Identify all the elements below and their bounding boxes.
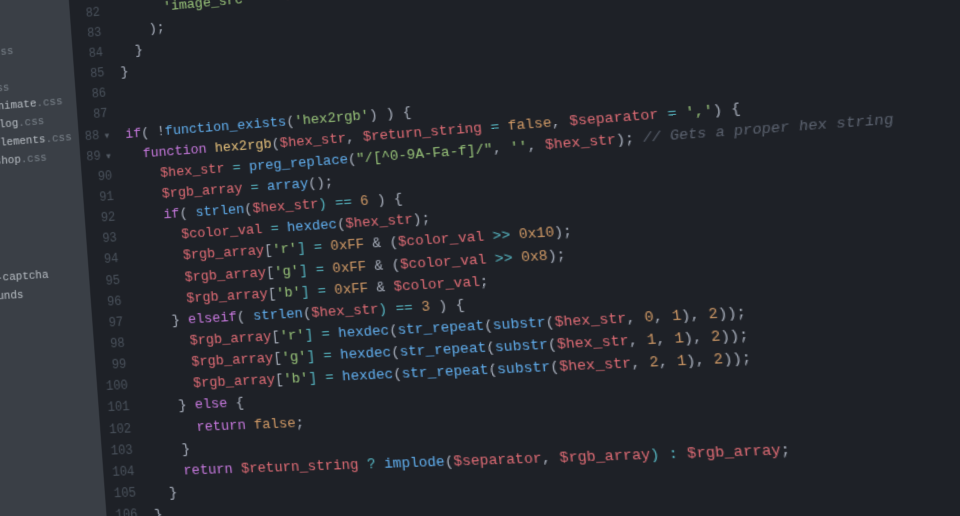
file-tree-item[interactable]: s bbox=[0, 301, 92, 327]
line-number: 93 bbox=[92, 229, 118, 251]
line-number: 89 bbox=[86, 146, 112, 168]
line-number: 91 bbox=[89, 187, 115, 209]
line-number: 104 bbox=[109, 462, 136, 484]
line-number: 105 bbox=[110, 484, 137, 506]
line-number: 90 bbox=[87, 167, 113, 189]
line-number: 85 bbox=[80, 64, 106, 86]
code-editor[interactable]: 7778798081828384858687888990919293949596… bbox=[62, 0, 960, 516]
line-number: 92 bbox=[90, 208, 116, 230]
line-number: 103 bbox=[107, 441, 134, 463]
line-number: 86 bbox=[81, 84, 107, 106]
line-number: 100 bbox=[103, 377, 129, 399]
line-number: 102 bbox=[106, 419, 133, 441]
line-number: 97 bbox=[98, 313, 124, 335]
line-number: 87 bbox=[83, 105, 109, 127]
line-number: 84 bbox=[78, 44, 104, 67]
line-number: 99 bbox=[101, 355, 127, 377]
line-number: 82 bbox=[75, 3, 101, 26]
line-number: 101 bbox=[104, 398, 130, 420]
code-content[interactable]: . '/', strlen( realpath($_SERVER['DOCUME… bbox=[102, 0, 960, 516]
line-number: 106 bbox=[112, 505, 139, 516]
line-number: 94 bbox=[93, 250, 119, 272]
line-number: 88 bbox=[84, 126, 110, 148]
line-number: 98 bbox=[99, 334, 125, 356]
line-number: 95 bbox=[95, 271, 121, 293]
line-number: 96 bbox=[96, 292, 122, 314]
line-number: 83 bbox=[77, 23, 103, 46]
